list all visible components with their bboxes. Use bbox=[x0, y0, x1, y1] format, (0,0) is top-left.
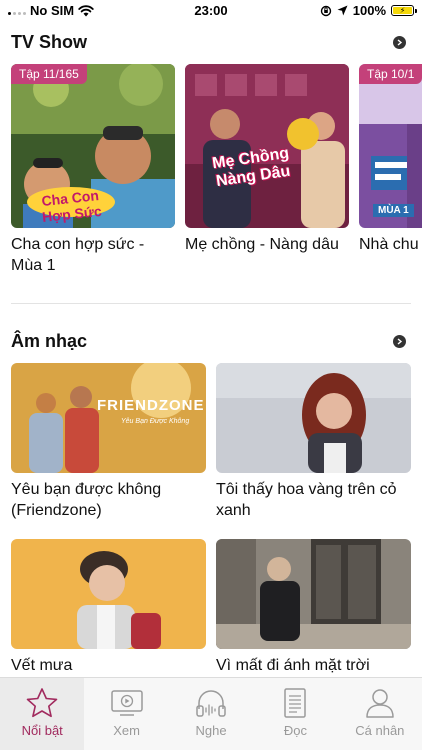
bottom-tab-bar: Nổi bật Xem Nghe Đọc Cá nhân bbox=[0, 677, 422, 750]
location-arrow-icon bbox=[337, 5, 348, 16]
status-bar: No SIM 23:00 100% ⚡ bbox=[0, 0, 422, 22]
tv-show-image bbox=[185, 64, 349, 228]
star-icon bbox=[26, 688, 58, 718]
tab-label: Nghe bbox=[195, 723, 227, 738]
battery-percent: 100% bbox=[352, 3, 386, 18]
tab-nghe[interactable]: Nghe bbox=[169, 678, 253, 750]
music-card-thumbnail bbox=[216, 363, 411, 473]
tv-show-more-icon[interactable] bbox=[393, 36, 406, 49]
music-card-title: Vì mất đi ánh mặt trời bbox=[216, 657, 370, 674]
tab-xem[interactable]: Xem bbox=[84, 678, 168, 750]
tab-noi-bat[interactable]: Nổi bật bbox=[0, 678, 85, 750]
tv-card-me-chong-nang-dau[interactable]: Mẹ Chồng Nàng Dâu Mẹ chồng - Nàng dâu bbox=[185, 64, 349, 255]
tv-card-thumbnail: Mẹ Chồng Nàng Dâu bbox=[185, 64, 349, 228]
episode-badge: Tập 10/1 bbox=[359, 64, 422, 84]
music-card-vet-mua[interactable]: Vết mưa bbox=[11, 539, 206, 676]
headphones-icon bbox=[196, 690, 226, 717]
music-card-thumbnail bbox=[11, 539, 206, 649]
person-icon bbox=[366, 689, 394, 718]
tv-card-title: Nhà chu bbox=[359, 236, 419, 253]
tv-card-cha-con-hop-suc[interactable]: Tập 11/165 Cha Con Hợp Sức Cha con hợp s… bbox=[11, 64, 175, 276]
tv-play-icon bbox=[110, 690, 143, 716]
music-card-title: Tôi thấy hoa vàng trên cỏ xanh bbox=[216, 481, 397, 519]
status-right: 100% ⚡ bbox=[320, 3, 417, 18]
tab-doc[interactable]: Đọc bbox=[253, 678, 337, 750]
friendzone-banner: FRIENDZONE bbox=[97, 397, 205, 414]
tv-card-thumbnail: Tập 11/165 Cha Con Hợp Sức bbox=[11, 64, 175, 228]
tab-label: Nổi bật bbox=[21, 723, 63, 738]
tv-card-thumbnail: Tập 10/1 MÙA 1 bbox=[359, 64, 422, 228]
music-video-image bbox=[216, 539, 411, 649]
rotation-lock-icon bbox=[320, 5, 331, 16]
music-heading: Âm nhạc bbox=[11, 331, 88, 351]
friendzone-banner-sub: Yêu Bạn Được Không bbox=[121, 418, 190, 425]
section-divider bbox=[11, 303, 411, 304]
music-card-vi-mat-di-anh-mat-troi[interactable]: Vì mất đi ánh mặt trời bbox=[216, 539, 411, 676]
tab-label: Đọc bbox=[283, 723, 307, 738]
tab-label: Xem bbox=[113, 723, 140, 738]
episode-badge: Tập 11/165 bbox=[11, 64, 87, 84]
music-card-title: Yêu bạn được không (Friendzone) bbox=[11, 481, 162, 519]
season-label: MÙA 1 bbox=[373, 204, 414, 217]
music-card-thumbnail bbox=[216, 539, 411, 649]
music-more-icon[interactable] bbox=[393, 335, 406, 348]
tab-label: Cá nhân bbox=[355, 723, 405, 738]
music-video-image bbox=[216, 363, 411, 473]
tv-show-heading: TV Show bbox=[11, 32, 87, 52]
music-video-image bbox=[11, 539, 206, 649]
document-icon bbox=[284, 688, 307, 718]
tv-card-title: Cha con hợp sức - Mùa 1 bbox=[11, 236, 145, 274]
battery-icon: ⚡ bbox=[391, 5, 417, 16]
music-card-title: Vết mưa bbox=[11, 657, 73, 674]
tv-card-title: Mẹ chồng - Nàng dâu bbox=[185, 236, 339, 253]
tv-card-nha-chung[interactable]: Tập 10/1 MÙA 1 Nhà chu bbox=[359, 64, 422, 255]
music-card-thumbnail: FRIENDZONE Yêu Bạn Được Không bbox=[11, 363, 206, 473]
music-card-hoa-vang[interactable]: Tôi thấy hoa vàng trên cỏ xanh bbox=[216, 363, 411, 521]
tab-ca-nhan[interactable]: Cá nhân bbox=[338, 678, 422, 750]
music-card-friendzone[interactable]: FRIENDZONE Yêu Bạn Được Không Yêu bạn đư… bbox=[11, 363, 206, 521]
